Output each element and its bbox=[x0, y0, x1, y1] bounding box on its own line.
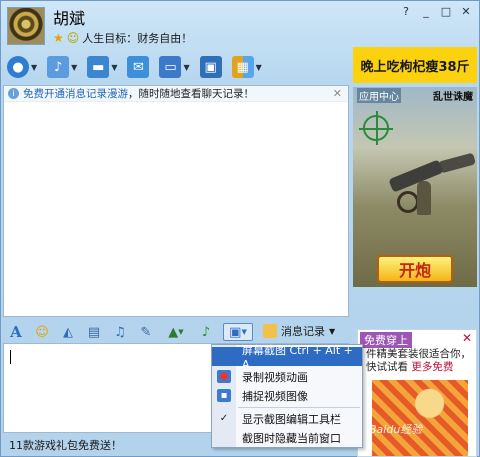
microphone-icon: ♪ bbox=[47, 56, 70, 78]
message-history[interactable]: i 免费开通消息记录漫游 ，随时随地查看聊天记录！ ✕ bbox=[3, 85, 349, 317]
remote-assist-button[interactable]: ▭ ▼ bbox=[159, 56, 190, 78]
soldier-image bbox=[417, 181, 431, 215]
info-icon: i bbox=[8, 88, 19, 99]
menu-separator bbox=[238, 407, 360, 408]
send-sms-button[interactable]: ✉ bbox=[127, 56, 150, 78]
shake-icon[interactable]: ◭ bbox=[59, 323, 77, 341]
history-icon bbox=[263, 324, 277, 338]
ad-bottom-text: 件精美套装很适合你，快试试看 更多免费 bbox=[366, 348, 476, 374]
status-icon: ☺ bbox=[66, 31, 80, 45]
ad-game-title: 乱世诛魔 bbox=[433, 91, 473, 103]
check-icon: ✓ bbox=[219, 413, 229, 424]
star-icon: ★ bbox=[53, 31, 64, 45]
ad-top-banner[interactable]: 晚上吃枸杞瘦38斤 bbox=[353, 47, 477, 83]
gif-icon[interactable]: ▤ bbox=[85, 323, 103, 341]
chat-window: 胡斌 ★ ☺ 人生目标：财务自由！ ? _ □ ✕ ● ▼ ♪ ▼ ▬ ▼ ✉ … bbox=[0, 0, 480, 457]
fire-button[interactable]: 开炮 bbox=[377, 255, 453, 283]
voice-call-button[interactable]: ♪ ▼ bbox=[47, 56, 77, 78]
send-file-button[interactable]: ▬ ▼ bbox=[87, 56, 117, 78]
screen-icon: ▣ bbox=[199, 56, 222, 78]
input-toolbar: A ☺ ◭ ▤ ♫ ✎ ▲ ▼ ♪ ▣ ▼ bbox=[7, 321, 253, 343]
chevron-down-icon[interactable]: ▼ bbox=[71, 63, 77, 72]
camera-icon: ● bbox=[7, 56, 29, 78]
ad-bottom-more[interactable]: 更多免费 bbox=[411, 361, 453, 373]
ad-bottom[interactable]: 免费穿上 ✕ 件精美套装很适合你，快试试看 更多免费 bbox=[357, 329, 477, 457]
apps-grid-icon: ▦ bbox=[231, 56, 254, 78]
voice-msg-icon[interactable]: ♫ bbox=[111, 323, 129, 341]
info-bar: i 免费开通消息记录漫游 ，随时随地查看聊天记录！ ✕ bbox=[4, 86, 348, 102]
signature-text: 人生目标：财务自由！ bbox=[82, 32, 193, 45]
menu-item-label: 录制视频动画 bbox=[242, 370, 308, 384]
screenshot-icon[interactable]: ▣ ▼ bbox=[223, 323, 253, 341]
close-icon[interactable]: ✕ bbox=[462, 331, 472, 345]
image-icon[interactable]: ▲ ▼ bbox=[163, 323, 189, 341]
folder-icon: ▬ bbox=[87, 56, 110, 78]
ad-bottom-title: 免费穿上 bbox=[360, 332, 412, 348]
menu-item-screen-capture[interactable]: 屏幕截图 Ctrl + Alt + A bbox=[212, 344, 362, 371]
close-icon[interactable]: ✕ bbox=[333, 87, 342, 100]
close-icon[interactable]: ✕ bbox=[457, 3, 475, 19]
share-screen-button[interactable]: ▣ bbox=[199, 56, 222, 78]
contact-name[interactable]: 胡斌 bbox=[53, 5, 85, 29]
ad-character-image bbox=[372, 380, 468, 456]
ad-tag[interactable]: 应用中心 bbox=[357, 87, 401, 103]
main-toolbar: ● ▼ ♪ ▼ ▬ ▼ ✉ ▭ ▼ ▣ ▦ ▼ bbox=[7, 53, 272, 81]
monitor-icon: ▭ bbox=[159, 56, 182, 78]
cannon-image bbox=[388, 159, 444, 193]
chevron-down-icon[interactable]: ▼ bbox=[31, 63, 37, 72]
chevron-down-icon[interactable]: ▼ bbox=[111, 63, 117, 72]
chevron-down-icon[interactable]: ▼ bbox=[329, 327, 335, 336]
window-controls: ? _ □ ✕ bbox=[397, 3, 475, 19]
music-icon[interactable]: ♪ bbox=[197, 323, 215, 341]
message-icon: ✉ bbox=[127, 56, 150, 78]
menu-item-hide-window[interactable]: 截图时隐藏当前窗口 bbox=[212, 428, 362, 447]
chevron-down-icon[interactable]: ▼ bbox=[256, 63, 262, 72]
crosshair-icon bbox=[359, 111, 393, 145]
maximize-icon[interactable]: □ bbox=[437, 3, 455, 19]
ad-header: 应用中心 乱世诛魔 bbox=[353, 87, 477, 103]
promo-text[interactable]: 11款游戏礼包免费送！ bbox=[9, 437, 122, 453]
history-label: 消息记录 bbox=[281, 325, 325, 338]
signature-row: ★ ☺ 人生目标：财务自由！ bbox=[53, 30, 192, 46]
cannon-image bbox=[438, 152, 476, 174]
menu-item-label: 显示截图编辑工具栏 bbox=[242, 412, 341, 426]
emoji-icon[interactable]: ☺ bbox=[33, 323, 51, 341]
font-icon[interactable]: A bbox=[7, 323, 25, 341]
menu-item-label: 捕捉视频图像 bbox=[242, 389, 308, 403]
help-icon[interactable]: ? bbox=[397, 3, 415, 19]
minimize-icon[interactable]: _ bbox=[417, 3, 435, 19]
menu-item-label: 截图时隐藏当前窗口 bbox=[242, 431, 341, 445]
video-call-button[interactable]: ● ▼ bbox=[7, 56, 37, 78]
chevron-down-icon[interactable]: ▼ bbox=[183, 63, 189, 72]
history-button[interactable]: 消息记录 ▼ bbox=[263, 323, 335, 339]
info-text: ，随时随地查看聊天记录！ bbox=[128, 88, 254, 100]
menu-item-show-toolbar[interactable]: ✓ 显示截图编辑工具栏 bbox=[212, 409, 362, 428]
capture-icon: ▪ bbox=[217, 389, 231, 402]
apps-button[interactable]: ▦ ▼ bbox=[231, 56, 262, 78]
avatar[interactable] bbox=[7, 7, 45, 45]
screenshot-menu: 屏幕截图 Ctrl + Alt + A ● 录制视频动画 ▪ 捕捉视频图像 ✓ … bbox=[211, 344, 363, 448]
menu-item-record-video[interactable]: ● 录制视频动画 bbox=[212, 367, 362, 386]
record-icon: ● bbox=[217, 370, 231, 383]
watermark: Baidu经验 bbox=[369, 423, 423, 436]
menu-item-capture-video[interactable]: ▪ 捕捉视频图像 bbox=[212, 386, 362, 405]
text-caret bbox=[10, 350, 11, 364]
game-ad-panel[interactable]: 应用中心 乱世诛魔 开炮 bbox=[353, 87, 477, 287]
handwriting-icon[interactable]: ✎ bbox=[137, 323, 155, 341]
wheel-image bbox=[397, 191, 419, 213]
roaming-link[interactable]: 免费开通消息记录漫游 bbox=[23, 86, 128, 101]
